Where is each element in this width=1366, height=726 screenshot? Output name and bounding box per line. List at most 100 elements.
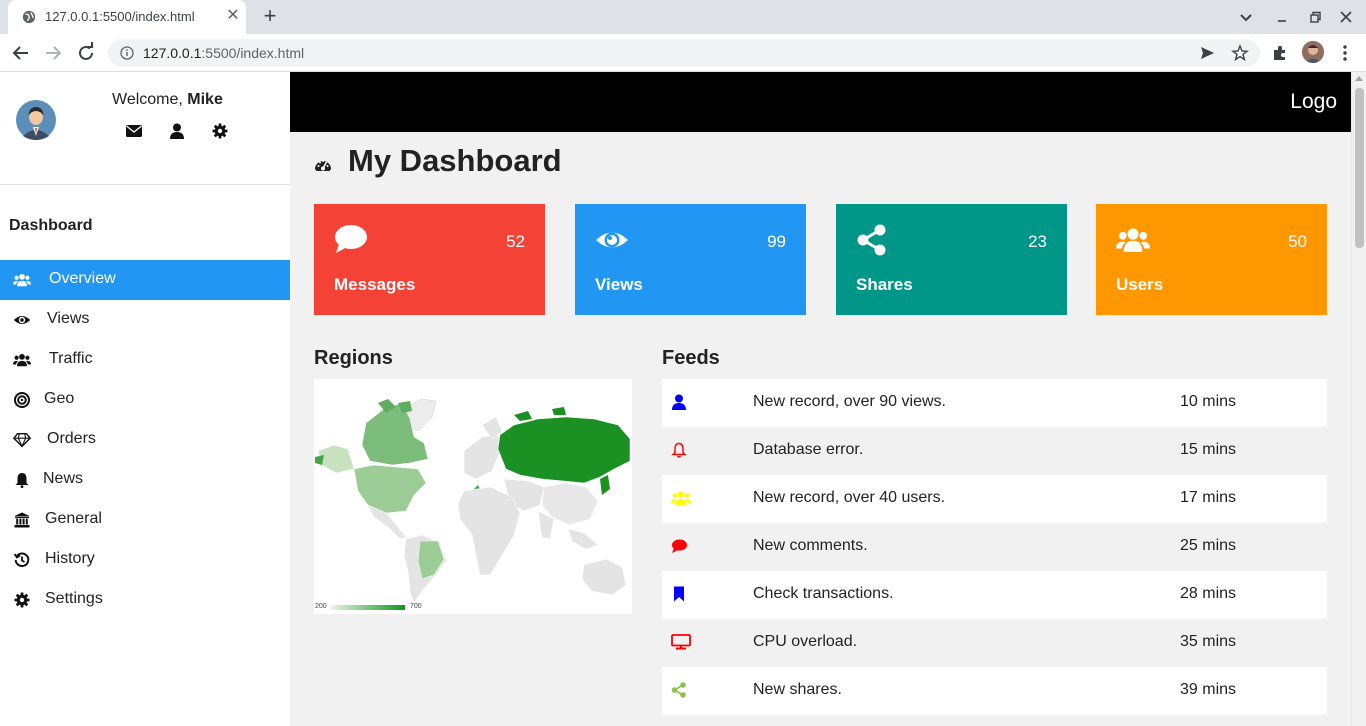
gear-icon: [14, 592, 30, 608]
close-tab-icon[interactable]: ✕: [224, 7, 242, 25]
stat-label: Shares: [856, 275, 913, 294]
stat-card-shares[interactable]: 23 Shares: [836, 204, 1067, 315]
feeds-title: Feeds: [662, 347, 720, 369]
eye-icon: [13, 315, 31, 325]
regions-map[interactable]: 200 700: [314, 379, 632, 614]
feed-time: 10 mins: [1180, 393, 1237, 410]
scroll-up-icon[interactable]: [1355, 76, 1363, 81]
back-icon[interactable]: [8, 40, 34, 66]
url-text: 127.0.0.1:5500/index.html: [143, 45, 304, 61]
user-icon[interactable]: [169, 123, 185, 139]
sidebar-item-overview[interactable]: Overview: [0, 260, 290, 300]
stat-value: 23: [1028, 232, 1047, 251]
feed-row[interactable]: Database error. 15 mins: [662, 427, 1327, 475]
stat-card-views[interactable]: 99 Views: [575, 204, 806, 315]
feed-row[interactable]: Check transactions. 28 mins: [662, 571, 1327, 619]
feed-text: CPU overload.: [753, 633, 858, 650]
stat-value: 99: [767, 232, 786, 251]
scrollbar-thumb[interactable]: [1355, 88, 1364, 248]
sidebar-item-label: News: [43, 470, 84, 487]
feed-row[interactable]: New comments. 25 mins: [662, 523, 1327, 571]
sidebar-item-label: Overview: [49, 270, 116, 287]
feed-row[interactable]: New record, over 40 users. 17 mins: [662, 475, 1327, 523]
legend-max-label: 700: [410, 603, 422, 610]
stat-label: Users: [1116, 275, 1164, 294]
sidebar-item-settings[interactable]: Settings: [0, 580, 290, 620]
send-icon[interactable]: [1198, 44, 1216, 62]
feed-time: 15 mins: [1180, 441, 1237, 458]
sidebar-item-label: Settings: [45, 590, 103, 607]
browser-toolbar: 127.0.0.1:5500/index.html: [0, 34, 1366, 72]
url-path: :5500/index.html: [201, 45, 305, 61]
welcome-prefix: Welcome,: [112, 91, 188, 108]
tab-search-icon[interactable]: [1236, 7, 1256, 27]
color-legend-bar: [331, 605, 405, 610]
diamond-icon: [13, 432, 31, 448]
forward-icon[interactable]: [40, 40, 66, 66]
share-icon: [671, 682, 686, 698]
logo[interactable]: Logo: [1290, 90, 1337, 114]
envelope-icon[interactable]: [126, 123, 142, 139]
stat-label: Views: [595, 275, 643, 294]
more-menu-icon[interactable]: [1335, 43, 1355, 63]
sidebar-item-traffic[interactable]: Traffic: [0, 340, 290, 380]
feed-time: 39 mins: [1180, 681, 1237, 698]
feed-text: New comments.: [753, 537, 868, 554]
profile-avatar[interactable]: [1302, 41, 1324, 63]
sidebar-item-orders[interactable]: Orders: [0, 420, 290, 460]
address-bar[interactable]: 127.0.0.1:5500/index.html: [108, 39, 1260, 67]
feed-row[interactable]: New shares. 39 mins: [662, 667, 1327, 715]
feed-row[interactable]: CPU overload. 35 mins: [662, 619, 1327, 667]
restore-icon[interactable]: [1305, 7, 1325, 27]
bank-icon: [14, 512, 30, 528]
tab-title: 127.0.0.1:5500/index.html: [45, 9, 195, 24]
star-icon[interactable]: [1231, 44, 1249, 62]
feed-text: Check transactions.: [753, 585, 894, 602]
gear-icon[interactable]: [212, 123, 228, 139]
sidebar-menu: Overview Views Traffic Geo Orders News G…: [0, 260, 290, 620]
legend-min-label: 200: [315, 603, 327, 610]
globe-icon: [22, 10, 36, 24]
page-scrollbar[interactable]: [1351, 72, 1366, 726]
history-icon: [13, 552, 30, 568]
sidebar-item-geo[interactable]: Geo: [0, 380, 290, 420]
comment-icon: [672, 539, 687, 553]
sidebar-item-label: History: [45, 550, 95, 567]
stat-label: Messages: [334, 275, 416, 294]
users-icon: [13, 273, 31, 287]
regions-title: Regions: [314, 347, 393, 369]
sidebar-item-label: Geo: [44, 390, 75, 407]
page-title: My Dashboard: [348, 143, 562, 178]
sidebar-item-history[interactable]: History: [0, 540, 290, 580]
sidebar-item-news[interactable]: News: [0, 460, 290, 500]
comment-icon: [335, 225, 367, 253]
stat-card-messages[interactable]: 52 Messages: [314, 204, 545, 315]
extensions-icon[interactable]: [1270, 43, 1290, 63]
sidebar-item-general[interactable]: General: [0, 500, 290, 540]
bookmark-icon: [674, 586, 684, 602]
eye-icon: [596, 232, 628, 248]
close-window-icon[interactable]: [1336, 7, 1356, 27]
url-host: 127.0.0.1: [143, 45, 202, 61]
feed-time: 17 mins: [1180, 489, 1237, 506]
feed-text: New shares.: [753, 681, 842, 698]
new-tab-button[interactable]: +: [258, 5, 282, 29]
welcome-text: Welcome, Mike: [112, 91, 223, 109]
browser-tab[interactable]: 127.0.0.1:5500/index.html ✕: [8, 0, 246, 34]
laptop-icon: [671, 634, 691, 650]
minimize-icon[interactable]: [1272, 7, 1292, 27]
world-map-graphic: [315, 398, 631, 610]
feed-text: Database error.: [753, 441, 864, 458]
top-bar: Logo: [290, 72, 1351, 132]
feed-row[interactable]: New record, over 90 views. 10 mins: [662, 379, 1327, 427]
stat-card-users[interactable]: 50 Users: [1096, 204, 1327, 315]
bullseye-icon: [14, 392, 30, 408]
profile-face-icon: [1302, 41, 1324, 63]
sidebar-divider: [0, 184, 290, 185]
sidebar-item-label: General: [45, 510, 102, 527]
sidebar-item-views[interactable]: Views: [0, 300, 290, 340]
reload-icon[interactable]: [73, 40, 99, 66]
info-icon[interactable]: [120, 46, 134, 60]
feed-text: New record, over 40 users.: [753, 489, 946, 506]
share-icon: [857, 224, 886, 256]
